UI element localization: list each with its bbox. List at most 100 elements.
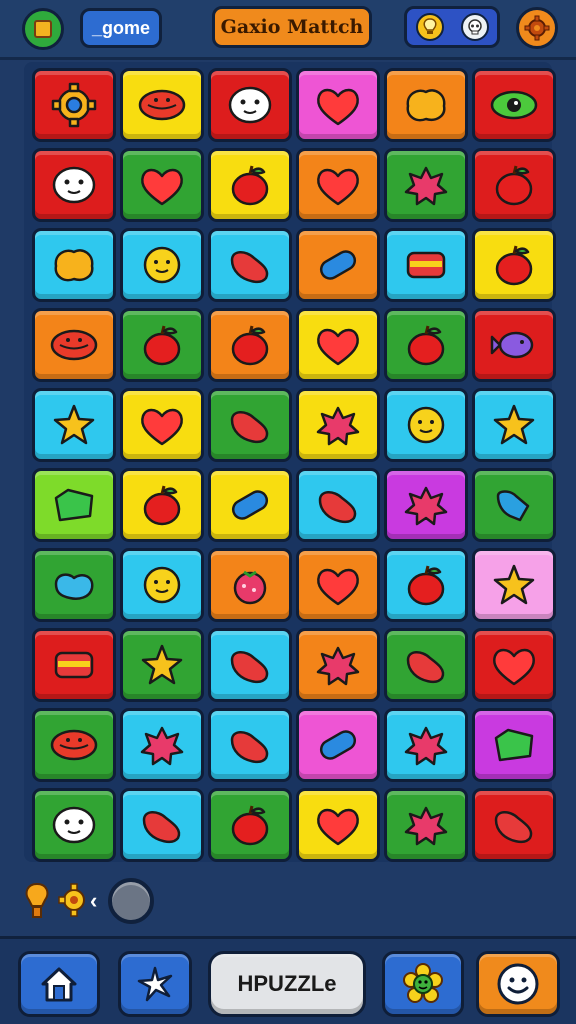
candy-icon: [50, 329, 98, 361]
tile-berry[interactable]: [208, 548, 292, 622]
tile-splat[interactable]: [296, 388, 380, 462]
tile-apple[interactable]: [208, 788, 292, 862]
game-board: [24, 62, 556, 862]
home-tab[interactable]: _gome: [80, 8, 162, 48]
tile-blob[interactable]: [32, 228, 116, 302]
settings-button[interactable]: [516, 7, 558, 49]
booster-knob[interactable]: [108, 878, 154, 924]
tile-candy[interactable]: [32, 708, 116, 782]
fish-icon: [490, 331, 534, 359]
tile-star[interactable]: [120, 628, 204, 702]
apple-icon: [407, 565, 445, 606]
tile-star[interactable]: [472, 388, 556, 462]
gear-icon[interactable]: [58, 882, 90, 923]
tile-tube[interactable]: [296, 228, 380, 302]
tile-heart[interactable]: [120, 148, 204, 222]
home-button[interactable]: [18, 951, 100, 1017]
tile-star[interactable]: [32, 388, 116, 462]
tile-tube[interactable]: [208, 468, 292, 542]
tile-splat[interactable]: [120, 708, 204, 782]
gear-icon: [51, 82, 97, 128]
puzzle-button[interactable]: HPUZZLe: [208, 951, 366, 1017]
tile-apple[interactable]: [472, 228, 556, 302]
heart-icon: [141, 408, 183, 446]
skull-icon[interactable]: [460, 13, 489, 41]
tile-gem[interactable]: [32, 468, 116, 542]
gem-icon: [54, 488, 94, 522]
tile-heart[interactable]: [120, 388, 204, 462]
tile-block[interactable]: [32, 628, 116, 702]
tile-candy[interactable]: [120, 68, 204, 142]
tile-bean[interactable]: [296, 468, 380, 542]
tile-sun[interactable]: [120, 228, 204, 302]
tile-heart[interactable]: [296, 68, 380, 142]
tile-apple[interactable]: [208, 148, 292, 222]
tile-bell[interactable]: [472, 468, 556, 542]
tile-bean[interactable]: [384, 628, 468, 702]
lightbulb-icon[interactable]: [415, 13, 444, 41]
tile-bean[interactable]: [208, 708, 292, 782]
tile-face[interactable]: [32, 788, 116, 862]
tile-heart[interactable]: [296, 548, 380, 622]
face-icon: [52, 166, 96, 204]
bean-icon: [142, 811, 181, 844]
tile-block[interactable]: [384, 228, 468, 302]
splat-icon: [404, 166, 448, 206]
tube-icon: [231, 490, 269, 520]
heart-icon: [317, 568, 359, 606]
tile-gem[interactable]: [472, 708, 556, 782]
tile-bean[interactable]: [208, 628, 292, 702]
tile-apple[interactable]: [384, 308, 468, 382]
tile-splat[interactable]: [384, 468, 468, 542]
bean-icon: [318, 491, 357, 524]
tile-gear[interactable]: [32, 68, 116, 142]
tile-heart[interactable]: [296, 148, 380, 222]
tile-splat[interactable]: [384, 148, 468, 222]
tile-bean[interactable]: [120, 788, 204, 862]
house-icon: [41, 967, 77, 1002]
berry-icon: [233, 570, 267, 605]
tile-tube[interactable]: [296, 708, 380, 782]
star-button[interactable]: [118, 951, 192, 1017]
tile-bean[interactable]: [208, 228, 292, 302]
tile-face[interactable]: [208, 68, 292, 142]
tile-splat[interactable]: [384, 788, 468, 862]
tile-bean[interactable]: [208, 388, 292, 462]
bean-icon: [406, 651, 445, 684]
tile-heart[interactable]: [472, 628, 556, 702]
lightbulb-icon[interactable]: [22, 882, 52, 927]
tile-apple[interactable]: [120, 308, 204, 382]
candy-icon: [50, 729, 98, 761]
tile-drop[interactable]: [32, 548, 116, 622]
apple-icon: [407, 325, 445, 366]
blob-icon: [406, 89, 446, 122]
flower-button[interactable]: [382, 951, 464, 1017]
star-icon: [141, 644, 183, 685]
top-bar: _gome Gaxio Mattch: [0, 0, 576, 60]
tile-apple[interactable]: [472, 148, 556, 222]
tile-splat[interactable]: [384, 708, 468, 782]
tile-heart[interactable]: [296, 308, 380, 382]
bean-icon: [494, 811, 533, 844]
tile-apple[interactable]: [208, 308, 292, 382]
tile-apple[interactable]: [384, 548, 468, 622]
tile-sun[interactable]: [384, 388, 468, 462]
tile-fish[interactable]: [472, 308, 556, 382]
tile-heart[interactable]: [296, 788, 380, 862]
tile-blob[interactable]: [384, 68, 468, 142]
logo-button[interactable]: [22, 8, 64, 50]
tile-sun[interactable]: [120, 548, 204, 622]
tile-face[interactable]: [32, 148, 116, 222]
tile-splat[interactable]: [296, 628, 380, 702]
tile-star[interactable]: [472, 548, 556, 622]
smile-button[interactable]: [476, 951, 560, 1017]
face-icon: [52, 806, 96, 844]
tile-eye[interactable]: [472, 68, 556, 142]
tile-candy[interactable]: [32, 308, 116, 382]
apple-icon: [143, 325, 181, 366]
apple-icon: [231, 165, 269, 206]
tile-bean[interactable]: [472, 788, 556, 862]
eye-icon: [490, 90, 538, 120]
collapse-arrow[interactable]: ‹: [90, 888, 97, 914]
tile-apple[interactable]: [120, 468, 204, 542]
